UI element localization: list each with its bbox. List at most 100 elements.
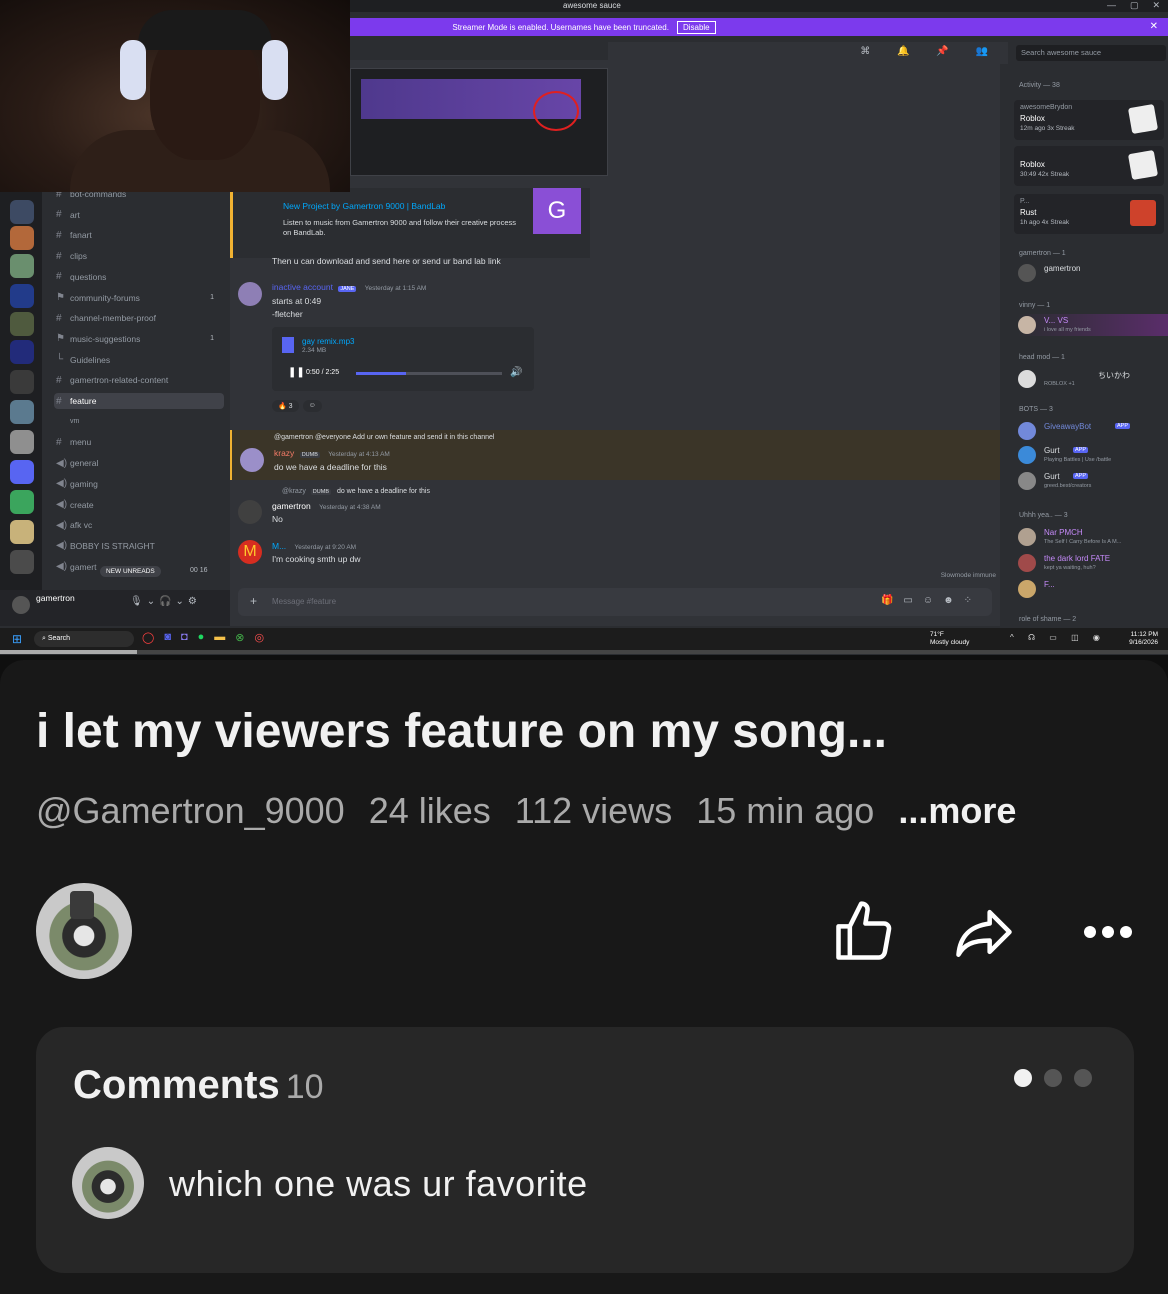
author-tag: JANE [338,286,357,292]
weather-temp: 71°F [930,631,944,638]
reply-author: @krazy [282,488,306,495]
reply-preview: @krazy DUMB do we have a deadline for th… [282,488,430,495]
channel-avatar[interactable] [36,883,132,979]
channel-label: clips [70,251,88,262]
channel-label: general [70,458,99,469]
channel-label: gamert [70,561,97,572]
composer-placeholder: Message #feature [272,597,337,606]
roblox-icon [1127,149,1159,181]
user-controls-icons: 🎙⌄🎧⌄⚙ [130,596,201,607]
member-avatar [1018,554,1036,572]
channel-count: 1 [210,335,214,343]
member-name: Nar PMCH [1044,528,1083,537]
text-channel-icon: # [56,395,62,407]
video-player[interactable]: awesome sauce — ▢ ✕ Streamer Mode is enabl… [0,0,1168,655]
comments-panel[interactable]: Comments 10 which one was ur favorite [36,1027,1134,1273]
sub-channel-icon: └ [56,354,64,366]
like-button[interactable] [830,898,898,966]
channel-label: Guidelines [70,354,111,365]
server-icon [10,460,34,484]
server-icon [10,490,34,514]
activity-card: awesomeBrydon Roblox 12m ago 3x Streak [1014,100,1164,140]
member-name: gamertron [1044,264,1081,273]
system-tray-icons: ^ ☊ ▭ ◫ ◉ [1010,633,1106,642]
activity-stats: 12m ago 3x Streak [1020,125,1075,132]
taskbar-search-label: Search [47,635,71,642]
author-name: gamertron [272,501,311,511]
comments-title: Comments [73,1063,280,1107]
server-icon [10,520,34,544]
reply-tag: DUMB [310,489,331,495]
new-unreads-pill: NEW UNREADS [100,566,161,577]
rust-icon [1130,200,1156,226]
member-name: V... VS [1044,316,1069,325]
channel-item: └ Guidelines [54,352,224,368]
member-section-header: BOTS — 3 [1019,406,1053,413]
app-icon: ◎ [254,632,265,644]
windows-taskbar: ⊞ ⌕ Search ◯ ◙ ◘ ● ▬ ⊗ ◎ 71°F Mostly clo… [0,628,1168,650]
channel-item: # channel-member-proof [54,310,224,326]
activity-game: Roblox [1020,160,1045,169]
member-status: kept ya waiting, huh? [1044,565,1096,571]
message-composer: + Message #feature 🎁▭☺☻⁘ [238,588,992,616]
channel-label: feature [70,396,97,406]
more-options-button[interactable] [1076,898,1144,966]
share-button[interactable] [950,898,1018,966]
text-channel-icon: # [56,436,62,448]
message-author: M... Yesterday at 9:20 AM [272,541,356,551]
member-row: V... VS i love all my friends [1018,314,1168,336]
shared-screenshot [350,68,608,176]
member-avatar [1018,422,1036,440]
message-avatar [240,448,264,472]
member-row: F... [1018,578,1168,600]
comments-header: Comments 10 [73,1063,324,1108]
pager-dot [1044,1069,1062,1087]
member-name: Gurt [1044,446,1060,455]
discord-icon: ◙ [164,631,171,643]
server-rail [0,190,42,590]
server-icon [10,370,34,394]
author-name: krazy [274,448,295,458]
voice-channel-icon: ◀) [56,519,68,531]
app-badge: APP [1115,423,1131,429]
channel-label: art [70,209,80,220]
server-icon [10,400,34,424]
channel-item: # gamertron-related-content [54,372,224,388]
plus-icon: + [250,594,258,608]
voice-channel-icon: ◀) [56,457,68,469]
channel-item: ◀) afk vc [54,517,224,533]
server-icon [10,550,34,574]
channel-count: 1 [210,294,214,301]
member-avatar [1018,580,1036,598]
message-timestamp: Yesterday at 9:20 AM [294,544,357,551]
channel-item: # questions [54,269,224,285]
comment-avatar [72,1147,144,1219]
member-row: ちいかわ ROBLOX +1 [1018,368,1168,390]
member-avatar [1018,528,1036,546]
comments-pager [1014,1069,1092,1087]
audio-time: 0:50 / 2:25 [306,369,340,376]
reaction-fire: 🔥 3 [272,400,299,412]
member-row: GiveawayBot APP [1018,420,1168,442]
channel-label: gaming [70,478,98,489]
channel-item: # art [54,207,224,223]
channel-label: channel-member-proof [70,313,156,324]
message-text: do we have a deadline for this [274,462,387,472]
channel-handle[interactable]: @Gamertron_9000 [36,790,345,832]
channel-item: ◀) gaming [54,476,224,492]
more-link[interactable]: ...more [898,790,1016,832]
file-icon [282,337,294,353]
text-channel-icon: # [56,229,62,241]
taskbar-search: ⌕ Search [34,631,134,647]
webcam-bandana [138,10,272,50]
message-text: -fletcher [272,309,303,319]
member-status: greed.best/creators [1044,483,1092,489]
activity-game: Rust [1020,208,1037,217]
video-progress-bar[interactable] [0,650,1168,654]
message-timestamp: Yesterday at 4:13 AM [328,451,390,458]
activity-stats: 1h ago 4x Streak [1020,219,1070,226]
member-status: The Self I Carry Before Is A M... [1044,539,1122,545]
member-avatar [1018,264,1036,282]
channel-item: # clips [54,248,224,264]
volume-icon: 🔊 [510,367,523,378]
